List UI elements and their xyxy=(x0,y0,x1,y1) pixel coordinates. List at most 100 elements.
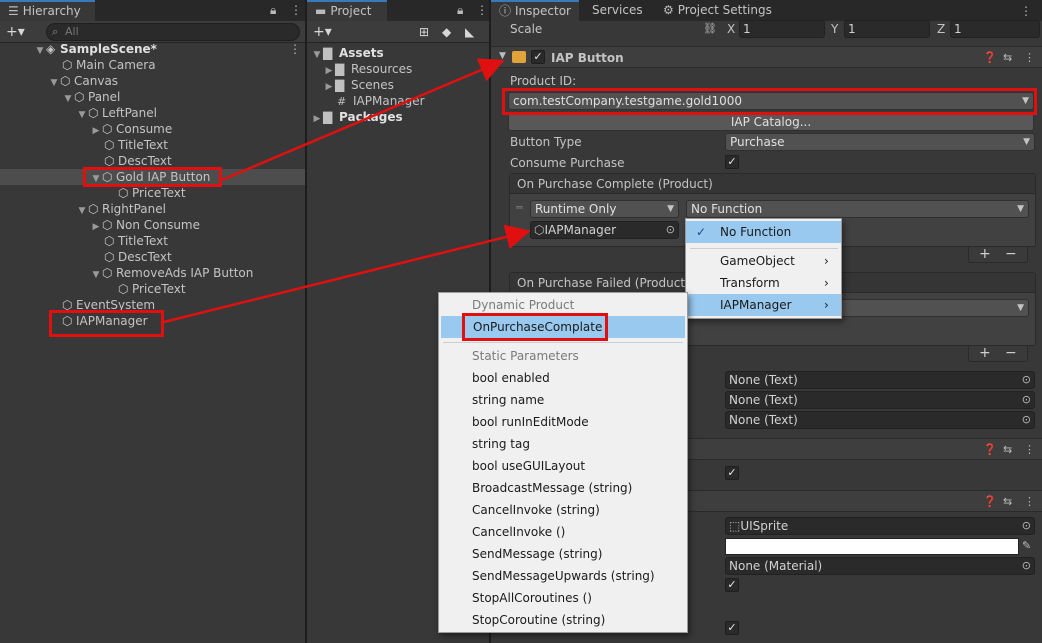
expand-arrow-icon[interactable]: ▼ xyxy=(311,47,323,63)
object-picker-icon[interactable]: ⊙ xyxy=(1022,372,1031,388)
product-id-dropdown[interactable]: com.testCompany.testgame.gold1000 ▼ xyxy=(508,92,1034,110)
function-dropdown[interactable]: No Function ▼ xyxy=(686,200,1029,218)
eyedropper-icon[interactable]: ✎ xyxy=(1022,539,1031,552)
expand-arrow-icon[interactable]: ▼ xyxy=(48,75,60,91)
add-object-button[interactable]: +▾ xyxy=(6,23,25,41)
menu-item-method[interactable]: CancelInvoke () xyxy=(472,521,565,543)
expand-arrow-icon[interactable]: ▼ xyxy=(76,203,88,219)
tree-item[interactable]: ⬡ EventSystem xyxy=(62,297,155,313)
tree-item[interactable]: ▼ ⬡ Canvas xyxy=(48,73,119,91)
menu-item-iapmanager[interactable]: IAPManager › xyxy=(686,294,841,316)
menu-item-transform[interactable]: Transform › xyxy=(686,272,841,294)
create-asset-button[interactable]: +▾ xyxy=(313,23,332,41)
add-listener-button[interactable]: + xyxy=(979,346,991,360)
object-picker-icon[interactable]: ⊙ xyxy=(1022,412,1031,428)
tree-item[interactable]: ⬡ TitleText xyxy=(104,137,168,153)
project-folder[interactable]: ▶ ▇ Scenes xyxy=(323,77,394,93)
menu-item-method[interactable]: CancelInvoke (string) xyxy=(472,499,600,521)
add-listener-button[interactable]: + xyxy=(979,247,991,261)
tree-item[interactable]: ▼ ⬡ RemoveAds IAP Button xyxy=(90,265,254,283)
object-picker-icon[interactable]: ⊙ xyxy=(1022,392,1031,408)
menu-item-no-function[interactable]: ✓ No Function xyxy=(686,221,841,243)
runtime-only-dropdown[interactable]: Runtime Only ▼ xyxy=(530,200,679,218)
more-menu-icon[interactable]: ⋮ xyxy=(476,3,488,17)
tree-item[interactable]: ⬡ PriceText xyxy=(118,185,186,201)
project-folder-packages[interactable]: ▶ ▇ Packages xyxy=(311,109,403,125)
tree-item[interactable]: ▼ ⬡ RightPanel xyxy=(76,201,166,217)
project-folder[interactable]: ▶ ▇ Resources xyxy=(323,61,413,77)
collapse-arrow-icon[interactable]: ▶ xyxy=(90,219,102,235)
menu-item-onpurchasecomplate[interactable]: OnPurchaseComplate xyxy=(441,316,685,338)
tab-services[interactable]: Services xyxy=(584,0,651,21)
scene-menu-icon[interactable]: ⋮ xyxy=(289,41,301,57)
color-field[interactable] xyxy=(725,538,1019,555)
label-icon[interactable]: ◣ xyxy=(465,23,474,41)
menu-item-method[interactable]: StopAllCoroutines () xyxy=(472,587,592,609)
menu-item-method[interactable]: bool runInEditMode xyxy=(472,411,589,433)
more-menu-icon[interactable]: ⋮ xyxy=(290,3,302,17)
scale-z-field[interactable]: 1 xyxy=(950,20,1040,38)
tree-item[interactable]: ⬡ PriceText xyxy=(118,281,186,297)
tree-item[interactable]: ▶ ⬡ Non Consume xyxy=(90,217,200,233)
object-picker-icon[interactable]: ⊙ xyxy=(666,222,675,238)
raycast-target-checkbox[interactable]: ✓ xyxy=(725,578,739,592)
property-checkbox[interactable]: ✓ xyxy=(725,466,739,480)
tree-item[interactable]: ⬡ DescText xyxy=(104,249,172,265)
consume-purchase-checkbox[interactable]: ✓ xyxy=(725,155,739,169)
button-type-dropdown[interactable]: Purchase ▼ xyxy=(725,133,1035,151)
help-icon[interactable]: ❓ xyxy=(983,443,997,456)
more-menu-icon[interactable]: ⋮ xyxy=(1020,4,1032,18)
lock-icon[interactable]: 🔒︎ xyxy=(457,3,463,18)
menu-item-method[interactable]: SendMessageUpwards (string) xyxy=(472,565,655,587)
scale-y-field[interactable]: 1 xyxy=(844,20,930,38)
tab-project[interactable]: ▬ Project xyxy=(307,0,387,21)
presets-icon[interactable]: ⇆ xyxy=(1003,443,1012,456)
remove-listener-button[interactable]: − xyxy=(1005,346,1017,360)
more-menu-icon[interactable]: ⋮ xyxy=(1024,495,1035,508)
collapse-arrow-icon[interactable]: ▶ xyxy=(311,111,323,127)
drag-handle-icon[interactable]: ═ xyxy=(516,201,523,214)
expand-arrow-icon[interactable]: ▼ xyxy=(90,267,102,283)
menu-item-method[interactable]: BroadcastMessage (string) xyxy=(472,477,632,499)
target-object-field[interactable]: ⬡IAPManager ⊙ xyxy=(530,221,679,239)
collapse-arrow-icon[interactable]: ▶ xyxy=(323,79,335,95)
more-menu-icon[interactable]: ⋮ xyxy=(1024,443,1035,456)
tree-item-scene[interactable]: ▼ ◈ SampleScene* ⋮ xyxy=(0,41,305,57)
expand-arrow-icon[interactable]: ▼ xyxy=(62,91,74,107)
foldout-arrow-icon[interactable]: ▼ xyxy=(499,51,506,61)
tab-project-settings[interactable]: ⚙ Project Settings xyxy=(655,0,780,21)
project-script[interactable]: # IAPManager xyxy=(337,93,425,109)
tab-hierarchy[interactable]: ☰ Hierarchy xyxy=(0,0,95,21)
help-icon[interactable]: ❓ xyxy=(983,495,997,508)
expand-arrow-icon[interactable]: ▼ xyxy=(90,171,102,187)
menu-item-method[interactable]: StopCoroutine (string) xyxy=(472,609,605,631)
constrain-proportions-icon[interactable]: ⛓ xyxy=(703,22,717,35)
component-enabled-checkbox[interactable]: ✓ xyxy=(531,50,545,64)
collapse-arrow-icon[interactable]: ▶ xyxy=(90,123,102,139)
filter-icon[interactable]: ◆ xyxy=(442,23,451,41)
hierarchy-search-input[interactable]: ⌕ All xyxy=(46,23,300,41)
more-menu-icon[interactable]: ⋮ xyxy=(1024,51,1035,64)
help-icon[interactable]: ❓ xyxy=(983,51,997,64)
iap-catalog-button[interactable]: IAP Catalog... xyxy=(508,113,1034,131)
tree-item[interactable]: ⬡ TitleText xyxy=(104,233,168,249)
tree-item[interactable]: ⬡ IAPManager xyxy=(62,313,148,329)
menu-item-gameobject[interactable]: GameObject › xyxy=(686,250,841,272)
presets-icon[interactable]: ⇆ xyxy=(1003,495,1012,508)
tree-item[interactable]: ▶ ⬡ Consume xyxy=(90,121,173,139)
price-text-field[interactable]: None (Text) ⊙ xyxy=(725,411,1035,429)
tree-item[interactable]: ⬡ DescText xyxy=(104,153,172,169)
tree-item-selected[interactable]: ▼ ⬡ Gold IAP Button xyxy=(0,169,305,185)
tree-item[interactable]: ⬡ Main Camera xyxy=(62,57,156,73)
expand-arrow-icon[interactable]: ▼ xyxy=(34,43,46,59)
material-field[interactable]: None (Material) ⊙ xyxy=(725,557,1035,575)
menu-item-method[interactable]: string tag xyxy=(472,433,530,455)
project-folder-assets[interactable]: ▼ ▇ Assets xyxy=(311,45,384,61)
expand-arrow-icon[interactable]: ▼ xyxy=(76,107,88,123)
menu-item-method[interactable]: SendMessage (string) xyxy=(472,543,602,565)
source-image-field[interactable]: ⬚UISprite ⊙ xyxy=(725,517,1035,535)
remove-listener-button[interactable]: − xyxy=(1005,247,1017,261)
menu-item-method[interactable]: bool useGUILayout xyxy=(472,455,585,477)
title-text-field[interactable]: None (Text) ⊙ xyxy=(725,371,1035,389)
tree-item[interactable]: ▼ ⬡ LeftPanel xyxy=(76,105,157,121)
